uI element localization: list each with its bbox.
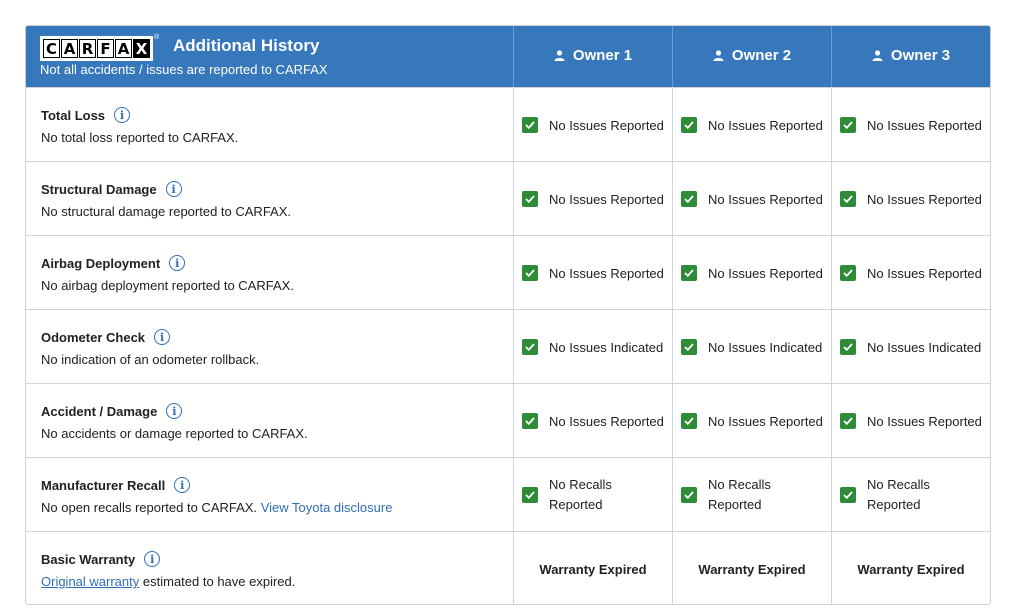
row-title: Structural Damage	[41, 181, 157, 197]
row-description: No total loss reported to CARFAX.	[41, 130, 239, 145]
info-circle-icon[interactable]: i	[165, 181, 182, 197]
row-description: No structural damage reported to CARFAX.	[41, 204, 292, 219]
row-description: No accidents or damage reported to CARFA…	[41, 426, 308, 441]
original-warranty-link[interactable]: Original warranty	[41, 574, 139, 589]
checkbox-checked-icon	[681, 265, 697, 281]
toyota-disclosure-link[interactable]: View Toyota disclosure	[261, 500, 393, 515]
checkbox-checked-icon	[681, 191, 697, 207]
section-subtitle: Not all accidents / issues are reported …	[40, 62, 328, 77]
row-description: estimated to have expired.	[142, 574, 296, 589]
info-circle-icon[interactable]: i	[169, 255, 186, 271]
table-row: Manufacturer Recall i No open recalls rep…	[26, 457, 990, 532]
checkbox-checked-icon	[840, 191, 856, 207]
status-text: No Issues Reported	[867, 117, 982, 133]
warranty-status: Warranty Expired	[698, 562, 806, 577]
checkbox-checked-icon	[522, 339, 538, 355]
row-title: Manufacturer Recall	[41, 477, 166, 493]
row-description: No indication of an odometer rollback.	[41, 352, 260, 367]
checkbox-checked-icon	[840, 413, 856, 429]
status-text: No Issues Reported	[867, 265, 982, 281]
checkbox-checked-icon	[840, 487, 856, 503]
status-text: No Issues Reported	[549, 117, 664, 133]
additional-history-table: C A R F A X ® Additional History Not all…	[25, 25, 991, 605]
status-text: No Issues Indicated	[867, 339, 982, 355]
owner-label: Owner 3	[890, 47, 951, 64]
info-circle-icon[interactable]: i	[154, 329, 171, 345]
row-title: Basic Warranty	[41, 551, 136, 567]
status-text: No Issues Reported	[708, 413, 823, 429]
warranty-status: Warranty Expired	[539, 562, 647, 577]
table-row: Total Loss i No total loss reported to CA…	[26, 87, 990, 162]
status-text: No Issues Reported	[708, 191, 823, 207]
checkbox-checked-icon	[840, 265, 856, 281]
checkbox-checked-icon	[840, 117, 856, 133]
table-row: Basic Warranty i Original warranty estima…	[26, 531, 990, 604]
status-text: No Issues Reported	[708, 117, 823, 133]
owner-column-2: Owner 2	[672, 26, 831, 87]
status-text: No Issues Reported	[867, 413, 982, 429]
status-text: No Recalls Reported	[708, 477, 771, 512]
owner-label: Owner 1	[572, 47, 633, 64]
status-text: No Issues Indicated	[549, 339, 664, 355]
owner-column-1: Owner 1	[513, 26, 672, 87]
row-description: No open recalls reported to CARFAX.	[41, 500, 258, 515]
status-text: No Issues Reported	[708, 265, 823, 281]
section-title: Additional History	[173, 36, 320, 55]
checkbox-checked-icon	[522, 265, 538, 281]
row-description: No airbag deployment reported to CARFAX.	[41, 278, 294, 293]
info-circle-icon[interactable]: i	[174, 477, 191, 493]
row-title: Airbag Deployment	[41, 255, 161, 271]
status-text: No Recalls Reported	[549, 477, 612, 512]
status-text: No Issues Reported	[549, 191, 664, 207]
owner-label: Owner 2	[731, 47, 792, 64]
header-title-cell: C A R F A X ® Additional History Not all…	[26, 26, 513, 87]
table-row: Accident / Damage i No accidents or damag…	[26, 383, 990, 458]
table-row: Airbag Deployment i No airbag deployment …	[26, 235, 990, 310]
person-icon	[713, 50, 724, 61]
row-title: Odometer Check	[41, 329, 146, 345]
info-circle-icon[interactable]: i	[114, 107, 131, 123]
row-title: Total Loss	[41, 107, 106, 123]
person-icon	[554, 50, 565, 61]
checkbox-checked-icon	[522, 117, 538, 133]
checkbox-checked-icon	[681, 117, 697, 133]
checkbox-checked-icon	[681, 339, 697, 355]
checkbox-checked-icon	[522, 191, 538, 207]
status-text: No Issues Reported	[549, 265, 664, 281]
carfax-logo: C A R F A X ®	[40, 34, 159, 61]
table-row: Structural Damage i No structural damage …	[26, 161, 990, 236]
status-text: No Issues Indicated	[708, 339, 823, 355]
info-circle-icon[interactable]: i	[166, 403, 183, 419]
owner-column-3: Owner 3	[831, 26, 990, 87]
checkbox-checked-icon	[522, 487, 538, 503]
table-row: Odometer Check i No indication of an odom…	[26, 309, 990, 384]
row-title: Accident / Damage	[41, 403, 158, 419]
checkbox-checked-icon	[522, 413, 538, 429]
status-text: No Issues Reported	[867, 191, 982, 207]
checkbox-checked-icon	[681, 487, 697, 503]
person-icon	[872, 50, 883, 61]
info-circle-icon[interactable]: i	[144, 551, 161, 567]
status-text: No Recalls Reported	[867, 477, 930, 512]
checkbox-checked-icon	[681, 413, 697, 429]
table-header: C A R F A X ® Additional History Not all…	[26, 26, 990, 87]
warranty-status: Warranty Expired	[857, 562, 965, 577]
checkbox-checked-icon	[840, 339, 856, 355]
status-text: No Issues Reported	[549, 413, 664, 429]
